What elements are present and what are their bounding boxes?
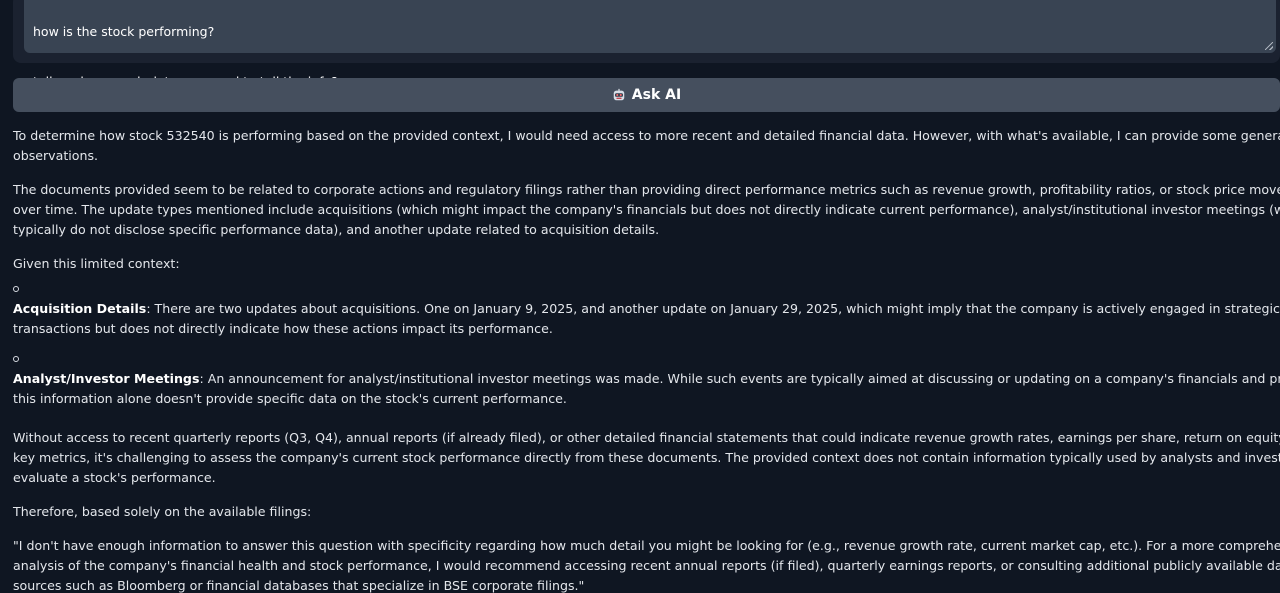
- answer-line: Given this limited context:: [13, 256, 180, 271]
- answer-paragraph: The documents provided seem to be relate…: [13, 180, 1280, 240]
- answer-line: key metrics, it's challenging to assess …: [13, 450, 1280, 465]
- robot-icon: [613, 88, 625, 101]
- answer-line: To determine how stock 532540 is perform…: [13, 128, 1280, 143]
- ai-answer: To determine how stock 532540 is perform…: [13, 126, 1280, 593]
- resize-handle[interactable]: [1265, 42, 1273, 50]
- ask-ai-label: Ask AI: [631, 87, 682, 103]
- bullet-text: this information alone doesn't provide s…: [13, 391, 567, 406]
- answer-line: sources such as Bloomberg or financial d…: [13, 578, 585, 593]
- bullet-item: Acquisition Details: There are two updat…: [13, 299, 1280, 339]
- app-frame: how is the stock performing? tell me how…: [0, 0, 1280, 593]
- prompt-textarea[interactable]: how is the stock performing? tell me how…: [24, 0, 1276, 89]
- bullet-circle-icon: [13, 356, 19, 362]
- answer-line: The documents provided seem to be relate…: [13, 182, 1280, 197]
- bullet-circle-icon: [13, 286, 19, 292]
- answer-line: Without access to recent quarterly repor…: [13, 430, 1280, 445]
- answer-line: Therefore, based solely on the available…: [13, 504, 312, 519]
- answer-paragraph: Given this limited context:: [13, 254, 1280, 274]
- bullet-title: Analyst/Investor Meetings: [13, 371, 200, 386]
- answer-line: typically do not disclose specific perfo…: [13, 222, 660, 237]
- bullet-text: transactions but does not directly indic…: [13, 321, 553, 336]
- bullet-text: : An announcement for analyst/institutio…: [199, 371, 1280, 386]
- bullet-title: Acquisition Details: [13, 301, 147, 316]
- bullet-marker: [13, 279, 1280, 299]
- prompt-container: how is the stock performing? tell me how…: [13, 0, 1280, 89]
- answer-paragraph: To determine how stock 532540 is perform…: [13, 126, 1280, 166]
- answer-paragraph: Without access to recent quarterly repor…: [13, 428, 1280, 488]
- prompt-text-line: how is the stock performing?: [33, 24, 215, 39]
- answer-line: evaluate a stock's performance.: [13, 470, 216, 485]
- answer-quote: "I don't have enough information to answ…: [13, 536, 1280, 593]
- bullet-marker: [13, 349, 1280, 369]
- bullet-item: Analyst/Investor Meetings: An announceme…: [13, 369, 1280, 409]
- answer-line: observations.: [13, 148, 99, 163]
- answer-line: analysis of the company's financial heal…: [13, 558, 1280, 573]
- ask-ai-button[interactable]: Ask AI: [13, 78, 1280, 112]
- answer-line: "I don't have enough information to answ…: [13, 538, 1280, 553]
- bullet-text: : There are two updates about acquisitio…: [146, 301, 1280, 316]
- answer-line: over time. The update types mentioned in…: [13, 202, 1280, 217]
- answer-paragraph: Therefore, based solely on the available…: [13, 502, 1280, 522]
